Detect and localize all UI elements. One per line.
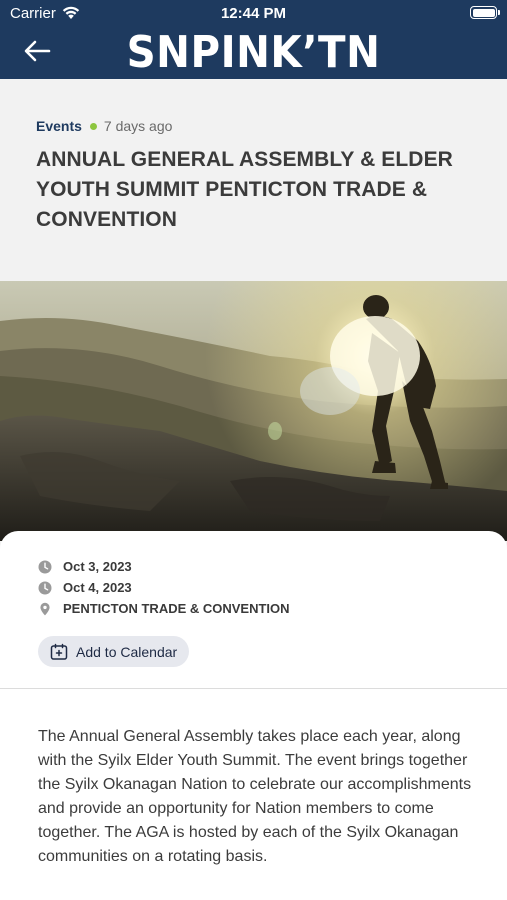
hero-image xyxy=(0,281,507,541)
location-row: PENTICTON TRADE & CONVENTION xyxy=(38,601,290,616)
start-date-row: Oct 3, 2023 xyxy=(38,559,132,574)
event-details-card: Oct 3, 2023 Oct 4, 2023 PENTICTON TRADE … xyxy=(0,531,507,900)
category-label[interactable]: Events xyxy=(36,118,82,134)
event-description: The Annual General Assembly takes place … xyxy=(38,728,472,865)
clock-icon xyxy=(38,581,52,594)
add-to-calendar-button[interactable]: Add to Calendar xyxy=(38,636,190,667)
page-title: ANNUAL GENERAL ASSEMBLY & ELDER YOUTH SU… xyxy=(36,148,453,231)
add-to-calendar-label: Add to Calendar xyxy=(76,643,178,660)
clock-icon xyxy=(38,560,52,573)
separator-dot xyxy=(89,122,97,130)
hiker-sunrise-image xyxy=(0,281,507,541)
status-time: 12:44 PM xyxy=(220,5,287,22)
location: PENTICTON TRADE & CONVENTION xyxy=(63,601,290,616)
start-date: Oct 3, 2023 xyxy=(63,559,132,574)
calendar-add-icon xyxy=(50,643,68,660)
app-screen: Carrier 12:44 PM SNPINK’TN Events 7 days… xyxy=(0,0,507,900)
header: Carrier 12:44 PM SNPINK’TN xyxy=(0,0,507,79)
status-bar: Carrier 12:44 PM xyxy=(0,0,507,28)
article-header: Events 7 days ago ANNUAL GENERAL ASSEMBL… xyxy=(0,79,507,281)
map-pin-icon xyxy=(40,602,50,615)
divider xyxy=(0,688,507,689)
posted-time: 7 days ago xyxy=(103,118,173,134)
end-date-row: Oct 4, 2023 xyxy=(38,580,132,595)
end-date: Oct 4, 2023 xyxy=(63,580,132,595)
battery-icon xyxy=(470,6,500,19)
article-meta: Events 7 days ago xyxy=(36,117,172,135)
brand-logo: SNPINK’TN xyxy=(126,27,381,78)
